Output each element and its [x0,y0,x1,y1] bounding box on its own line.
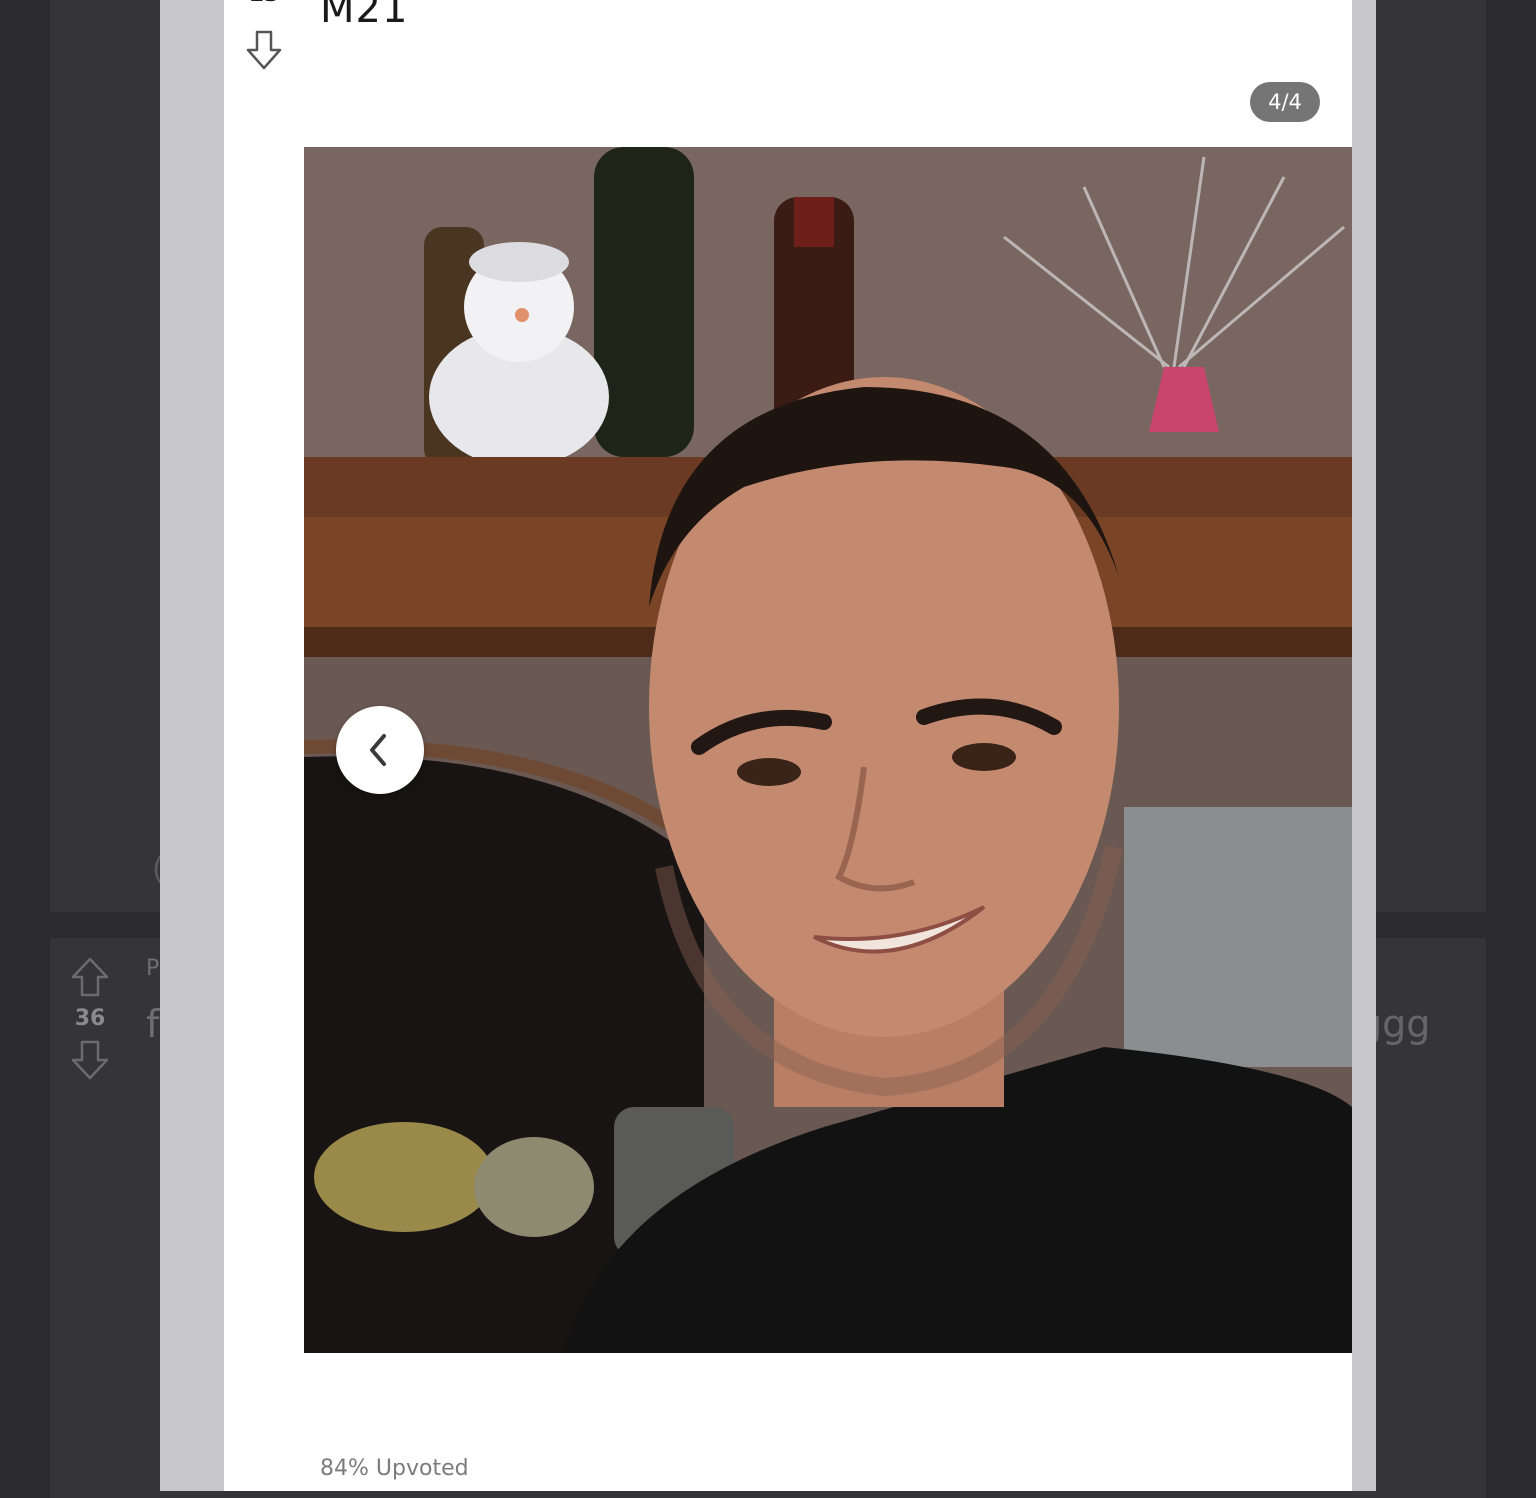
post-title: M21 [320,0,409,32]
downvote-button[interactable] [246,30,282,74]
post-score: 13 [244,0,284,7]
background-author: P [146,956,160,981]
upvote-ratio: 84% Upvoted [320,1456,469,1481]
chevron-left-icon [370,734,386,766]
gallery-image[interactable] [304,147,1352,1353]
background-vote-column: 36 [70,956,110,1081]
background-post-score: 36 [74,1006,106,1031]
post-modal: 13 M21 4/4 [160,0,1376,1491]
gallery-counter-badge: 4/4 [1250,82,1320,122]
previous-image-button[interactable] [336,706,424,794]
downvote-icon [246,30,282,70]
downvote-icon [70,1039,110,1081]
background-title-start: f [146,1002,160,1046]
upvote-icon [70,956,110,998]
post-photo [304,147,1352,1353]
post-card: 13 M21 4/4 [224,0,1352,1491]
